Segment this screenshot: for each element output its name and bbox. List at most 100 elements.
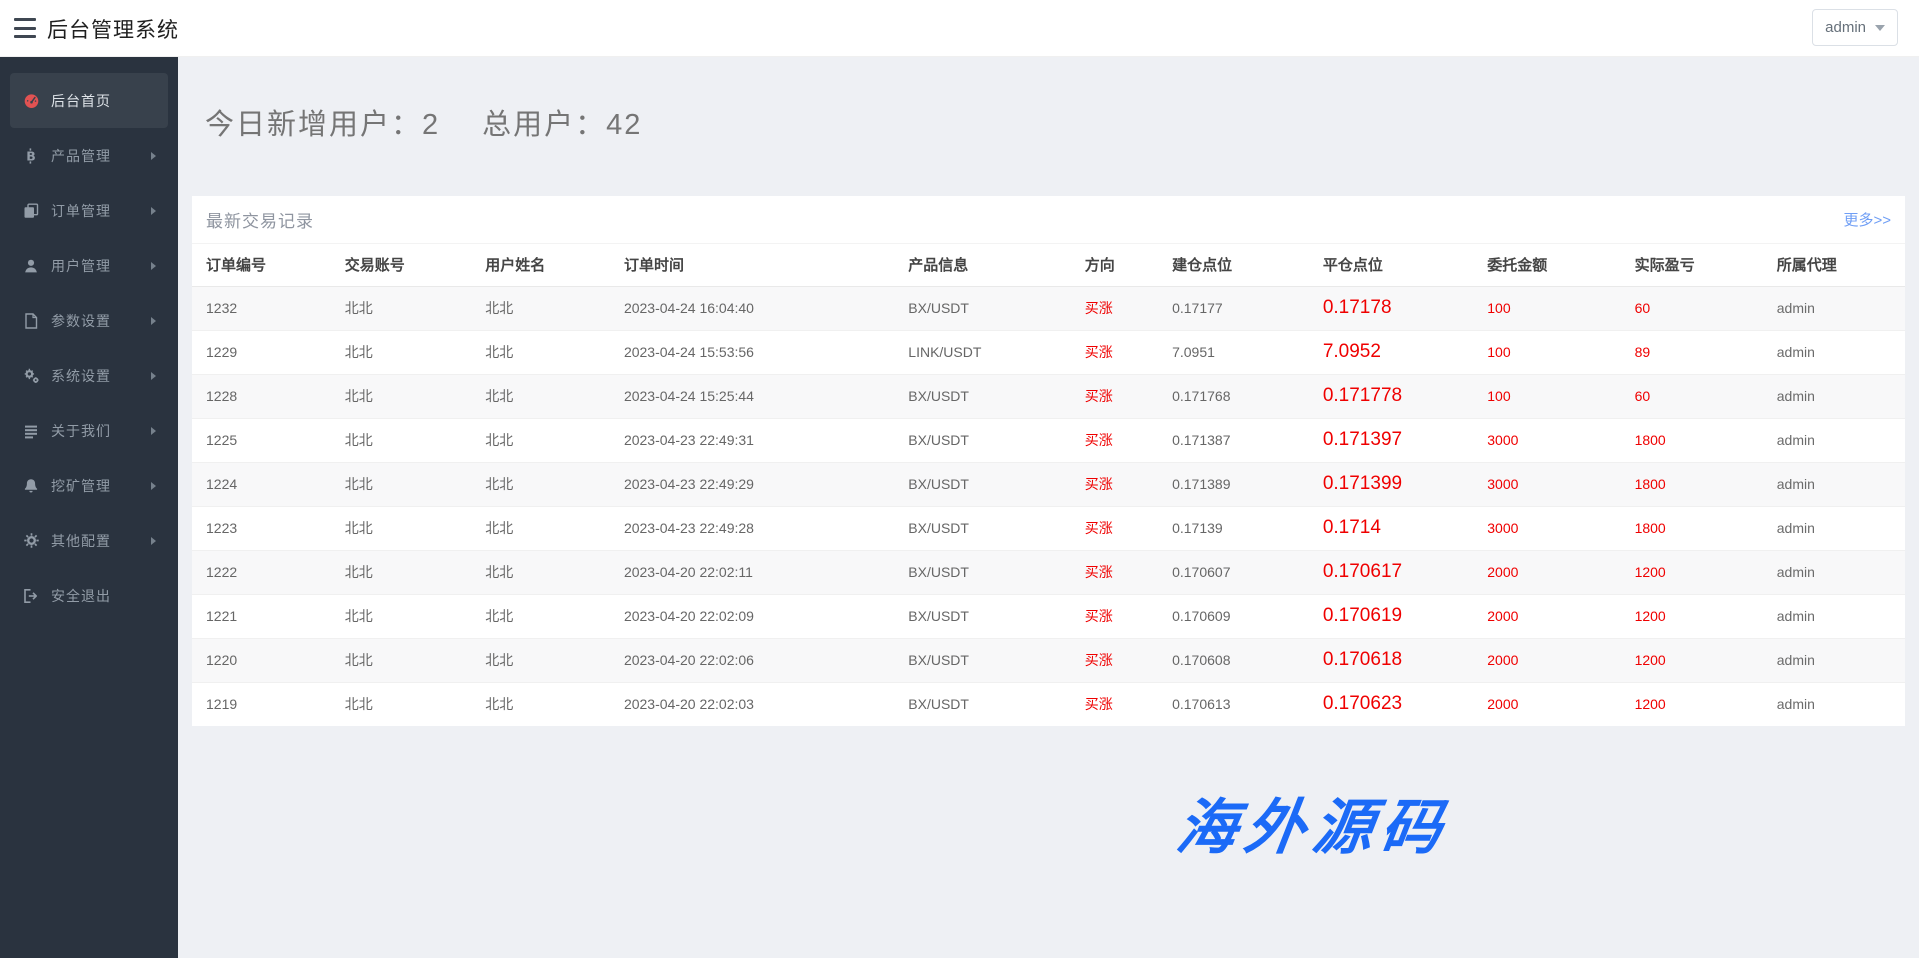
user-icon (22, 258, 40, 274)
cell-open-price: 0.171389 (1158, 462, 1309, 506)
sidebar-item-label: 系统设置 (51, 366, 111, 386)
total-users-label: 总用户： (482, 109, 606, 141)
cell-order-time: 2023-04-24 16:04:40 (610, 286, 894, 330)
sidebar: 后台首页 B 产品管理 订单管理 用户管理 参数设置 系统设置 (0, 57, 178, 958)
table-row: 1220北北北北2023-04-20 22:02:06BX/USDT买涨0.17… (192, 638, 1905, 682)
cell-profit: 60 (1621, 374, 1763, 418)
more-link[interactable]: 更多>> (1843, 209, 1891, 230)
cell-user-name: 北北 (471, 286, 610, 330)
cell-close-price: 0.17178 (1309, 286, 1473, 330)
sidebar-item-logout[interactable]: 安全退出 (10, 568, 168, 623)
cell-direction: 买涨 (1071, 682, 1158, 726)
sidebar-item-params[interactable]: 参数设置 (10, 293, 168, 348)
cell-product: BX/USDT (894, 506, 1070, 550)
sidebar-item-home[interactable]: 后台首页 (10, 73, 168, 128)
sidebar-item-label: 参数设置 (51, 311, 111, 331)
cell-order-id: 1221 (192, 594, 331, 638)
column-header-product: 产品信息 (894, 244, 1070, 286)
new-users-label: 今日新增用户： (205, 109, 422, 141)
hamburger-icon[interactable] (14, 18, 36, 38)
orders-icon (22, 203, 40, 219)
sidebar-item-label: 关于我们 (51, 421, 111, 441)
cell-open-price: 0.170613 (1158, 682, 1309, 726)
table-row: 1221北北北北2023-04-20 22:02:09BX/USDT买涨0.17… (192, 594, 1905, 638)
cell-user-name: 北北 (471, 594, 610, 638)
sidebar-item-label: 挖矿管理 (51, 476, 111, 496)
cell-order-time: 2023-04-23 22:49:29 (610, 462, 894, 506)
cell-order-time: 2023-04-24 15:53:56 (610, 330, 894, 374)
cell-account: 北北 (331, 506, 471, 550)
cell-direction: 买涨 (1071, 418, 1158, 462)
cell-account: 北北 (331, 682, 471, 726)
app-title: 后台管理系统 (47, 14, 179, 44)
bell-icon (22, 478, 40, 494)
cell-amount: 2000 (1473, 638, 1620, 682)
sidebar-item-label: 安全退出 (51, 586, 111, 606)
cell-profit: 1800 (1621, 462, 1763, 506)
sidebar-item-orders[interactable]: 订单管理 (10, 183, 168, 238)
cell-order-time: 2023-04-20 22:02:06 (610, 638, 894, 682)
cell-open-price: 7.0951 (1158, 330, 1309, 374)
cell-order-id: 1219 (192, 682, 331, 726)
sidebar-item-products[interactable]: B 产品管理 (10, 128, 168, 183)
cell-user-name: 北北 (471, 682, 610, 726)
svg-text:B: B (26, 148, 36, 163)
cell-order-id: 1225 (192, 418, 331, 462)
cell-agent: admin (1763, 330, 1905, 374)
cell-agent: admin (1763, 638, 1905, 682)
cell-order-id: 1224 (192, 462, 331, 506)
sidebar-item-system[interactable]: 系统设置 (10, 348, 168, 403)
cell-close-price: 0.170619 (1309, 594, 1473, 638)
chevron-right-icon (151, 537, 156, 545)
cell-user-name: 北北 (471, 506, 610, 550)
sidebar-item-label: 其他配置 (51, 531, 111, 551)
column-header-agent: 所属代理 (1763, 244, 1905, 286)
cell-close-price: 0.171778 (1309, 374, 1473, 418)
cell-agent: admin (1763, 506, 1905, 550)
sidebar-item-about[interactable]: 关于我们 (10, 403, 168, 458)
cell-profit: 1800 (1621, 418, 1763, 462)
table-row: 1219北北北北2023-04-20 22:02:03BX/USDT买涨0.17… (192, 682, 1905, 726)
cell-account: 北北 (331, 594, 471, 638)
column-header-direction: 方向 (1071, 244, 1158, 286)
cell-direction: 买涨 (1071, 462, 1158, 506)
cell-account: 北北 (331, 638, 471, 682)
watermark-text: 海外源码 (1172, 779, 1456, 866)
cell-order-id: 1232 (192, 286, 331, 330)
column-header-profit: 实际盈亏 (1621, 244, 1763, 286)
chevron-right-icon (151, 262, 156, 270)
table-row: 1224北北北北2023-04-23 22:49:29BX/USDT买涨0.17… (192, 462, 1905, 506)
cell-product: BX/USDT (894, 550, 1070, 594)
cell-order-id: 1220 (192, 638, 331, 682)
sidebar-item-users[interactable]: 用户管理 (10, 238, 168, 293)
cell-amount: 2000 (1473, 594, 1620, 638)
cell-close-price: 0.170623 (1309, 682, 1473, 726)
new-users-value: 2 (422, 109, 440, 141)
cell-close-price: 0.171397 (1309, 418, 1473, 462)
cell-account: 北北 (331, 462, 471, 506)
cell-amount: 3000 (1473, 418, 1620, 462)
trades-table: 订单编号交易账号用户姓名订单时间产品信息方向建仓点位平仓点位委托金额实际盈亏所属… (192, 244, 1905, 726)
bitcoin-icon: B (22, 148, 40, 164)
table-row: 1229北北北北2023-04-24 15:53:56LINK/USDT买涨7.… (192, 330, 1905, 374)
cell-profit: 1200 (1621, 550, 1763, 594)
user-dropdown[interactable]: admin (1812, 9, 1898, 46)
cell-account: 北北 (331, 374, 471, 418)
cell-open-price: 0.170608 (1158, 638, 1309, 682)
main-content: 今日新增用户：2总用户：42 最新交易记录 更多>> 订单编号交易账号用户姓名订… (178, 57, 1919, 958)
cell-agent: admin (1763, 594, 1905, 638)
dashboard-icon (22, 93, 40, 109)
sidebar-item-label: 产品管理 (51, 146, 111, 166)
panel-header: 最新交易记录 更多>> (192, 196, 1905, 244)
column-header-order-time: 订单时间 (610, 244, 894, 286)
cell-user-name: 北北 (471, 374, 610, 418)
chevron-right-icon (151, 427, 156, 435)
sidebar-item-other[interactable]: 其他配置 (10, 513, 168, 568)
sidebar-item-mining[interactable]: 挖矿管理 (10, 458, 168, 513)
cell-open-price: 0.17177 (1158, 286, 1309, 330)
sidebar-item-label: 用户管理 (51, 256, 111, 276)
document-icon (22, 313, 40, 329)
cell-order-time: 2023-04-20 22:02:09 (610, 594, 894, 638)
cell-account: 北北 (331, 286, 471, 330)
cell-direction: 买涨 (1071, 330, 1158, 374)
